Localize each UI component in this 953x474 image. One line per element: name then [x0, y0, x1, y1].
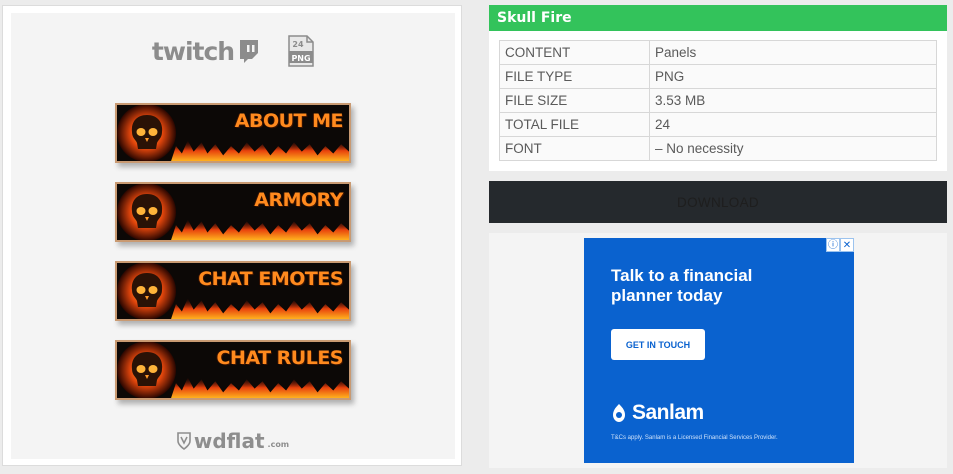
panel-label: CHAT EMOTES — [198, 268, 343, 290]
download-button[interactable]: DOWNLOAD — [489, 181, 947, 223]
ad-brand: Sanlam — [611, 401, 704, 425]
details-table: CONTENT Panels FILE TYPE PNG FILE SIZE 3… — [499, 40, 937, 161]
detail-key: FILE TYPE — [499, 64, 650, 89]
watermark-name: wdflat — [193, 429, 265, 453]
download-label: DOWNLOAD — [677, 194, 759, 210]
png-badge-label: PNG — [292, 54, 311, 63]
skull-icon — [131, 352, 163, 386]
watermark-logo: wdflat .com — [11, 431, 455, 451]
panel-label: ABOUT ME — [234, 110, 344, 132]
twitch-wordmark: twitch — [151, 36, 235, 66]
preview-card: twitch 24 PNG ABOUT ME ARMORY CHAT EMOTE… — [2, 5, 462, 466]
table-row: CONTENT Panels — [499, 40, 937, 65]
ad-brand-name: Sanlam — [632, 401, 704, 424]
table-row: TOTAL FILE 24 — [499, 112, 937, 137]
twitch-logo: twitch — [152, 39, 260, 64]
detail-key: CONTENT — [499, 40, 650, 65]
table-row: FONT – No necessity — [499, 136, 937, 161]
sanlam-anchor-icon — [613, 404, 625, 422]
preview-area: twitch 24 PNG ABOUT ME ARMORY CHAT EMOTE… — [11, 13, 455, 459]
watermark-suffix: .com — [267, 440, 290, 449]
ad-headline: Talk to a financial planner today — [611, 266, 753, 305]
ad-banner[interactable]: ⓘ ✕ Talk to a financial planner today GE… — [584, 238, 854, 463]
ad-disclaimer: T&Cs apply. Sanlam is a Licensed Financi… — [611, 435, 778, 441]
table-row: FILE TYPE PNG — [499, 64, 937, 89]
panel-armory: ARMORY — [115, 182, 351, 242]
skull-icon — [131, 115, 163, 149]
skull-icon — [131, 194, 163, 228]
detail-value: – No necessity — [649, 136, 937, 161]
product-title-bar: Skull Fire — [489, 5, 947, 31]
detail-value: Panels — [649, 40, 937, 65]
ad-container: ⓘ ✕ Talk to a financial planner today GE… — [489, 233, 947, 468]
ad-controls: ⓘ ✕ — [826, 238, 854, 252]
get-in-touch-button[interactable]: GET IN TOUCH — [611, 329, 705, 360]
panel-chat-rules: CHAT RULES — [115, 340, 351, 400]
skull-icon — [131, 273, 163, 307]
detail-value: 3.53 MB — [649, 88, 937, 113]
ad-close-icon[interactable]: ✕ — [840, 238, 854, 252]
png-badge-number: 24 — [293, 40, 305, 49]
wdflat-shield-icon — [177, 432, 191, 450]
detail-value: 24 — [649, 112, 937, 137]
detail-key: FONT — [499, 136, 650, 161]
detail-value: PNG — [649, 64, 937, 89]
png-file-icon: 24 PNG — [288, 35, 314, 67]
detail-key: TOTAL FILE — [499, 112, 650, 137]
twitch-glitch-icon — [240, 40, 259, 63]
logo-row: twitch 24 PNG — [11, 35, 455, 67]
panel-label: ARMORY — [254, 189, 343, 211]
panel-label: CHAT RULES — [216, 347, 344, 369]
ad-info-icon[interactable]: ⓘ — [826, 238, 840, 252]
table-row: FILE SIZE 3.53 MB — [499, 88, 937, 113]
details-card: CONTENT Panels FILE TYPE PNG FILE SIZE 3… — [489, 31, 947, 171]
product-title: Skull Fire — [497, 10, 572, 26]
panel-about-me: ABOUT ME — [115, 103, 351, 163]
detail-key: FILE SIZE — [499, 88, 650, 113]
panel-chat-emotes: CHAT EMOTES — [115, 261, 351, 321]
